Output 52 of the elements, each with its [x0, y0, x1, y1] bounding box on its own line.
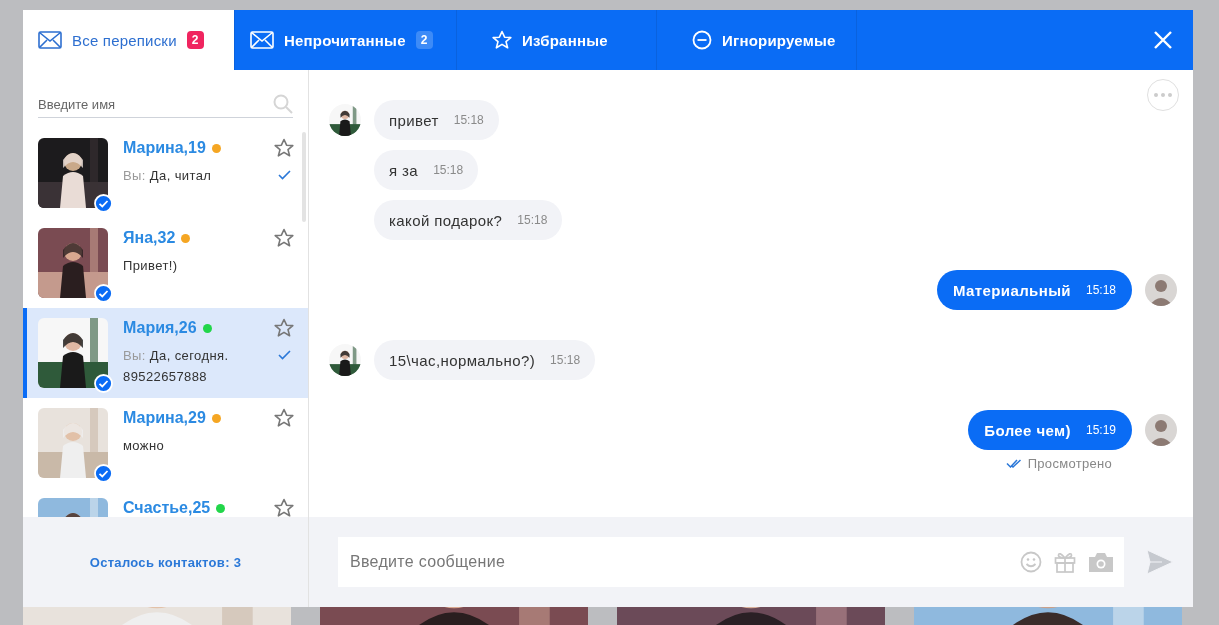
contact-name: Мария,26	[123, 319, 197, 337]
contact-name: Марина,19	[123, 139, 206, 157]
contact-item[interactable]: Мария,26 Вы: Да, сегодня. 89522657888	[23, 308, 308, 398]
search-icon	[273, 94, 293, 114]
tab[interactable]: Игнорируемые	[657, 10, 857, 70]
message-bubble: 15\час,нормально?) 15:18	[374, 340, 596, 380]
count-badge: 2	[186, 31, 204, 49]
gift-icon	[1054, 551, 1076, 573]
message-bubble: какой подарок? 15:18	[374, 200, 563, 240]
contact-name: Марина,29	[123, 409, 206, 427]
message-time: 15:18	[453, 113, 484, 127]
message-time: 15:19	[1085, 423, 1116, 437]
avatar-icon	[1145, 274, 1177, 306]
camera-icon	[1088, 551, 1114, 573]
message-time: 15:18	[1085, 283, 1116, 297]
count-badge: 2	[415, 31, 433, 49]
message-preview: Вы: Да, читал	[123, 167, 213, 185]
message-time: 15:18	[517, 213, 548, 227]
tab[interactable]: Все переписки 2	[23, 10, 235, 70]
star-icon[interactable]	[274, 228, 294, 248]
message-preview: можно	[123, 437, 166, 455]
contact-name: Яна,32	[123, 229, 176, 247]
envelope-icon	[250, 31, 274, 49]
star-icon[interactable]	[274, 498, 294, 517]
seen-status: Просмотрено	[1027, 456, 1112, 471]
double-tick-icon	[1005, 459, 1022, 468]
close-icon	[1154, 31, 1172, 49]
star-icon[interactable]	[274, 138, 294, 158]
contact-name: Счастье,25	[123, 499, 211, 517]
tab[interactable]: Избранные	[457, 10, 657, 70]
search-field[interactable]: Введите имя	[38, 92, 293, 118]
tab[interactable]: Непрочитанные 2	[235, 10, 457, 70]
smiley-icon	[1020, 551, 1042, 573]
message-time: 15:18	[433, 163, 464, 177]
message-preview: Вы: Да, сегодня. 89522657888	[123, 347, 230, 386]
star-icon	[492, 30, 512, 50]
message-bubble: Материальный 15:18	[936, 270, 1132, 310]
message-input[interactable]: Введите сообщение	[348, 552, 1008, 572]
avatar-icon	[1145, 414, 1177, 446]
message-time: 15:18	[550, 353, 581, 367]
envelope-icon	[38, 31, 62, 49]
message-bubble: я за 15:18	[374, 150, 479, 190]
send-icon	[1146, 549, 1174, 575]
more-icon	[1154, 93, 1172, 97]
contacts-left-text: Осталось контактов: 3	[89, 554, 242, 570]
star-icon[interactable]	[274, 318, 294, 338]
star-icon[interactable]	[274, 408, 294, 428]
message-preview: Привет!)	[123, 257, 179, 275]
minus-circle-icon	[692, 30, 712, 50]
message-field[interactable]: Введите сообщение	[338, 537, 1124, 587]
message-bubble: привет 15:18	[374, 100, 499, 140]
message-bubble: Более чем) 15:19	[968, 410, 1132, 450]
